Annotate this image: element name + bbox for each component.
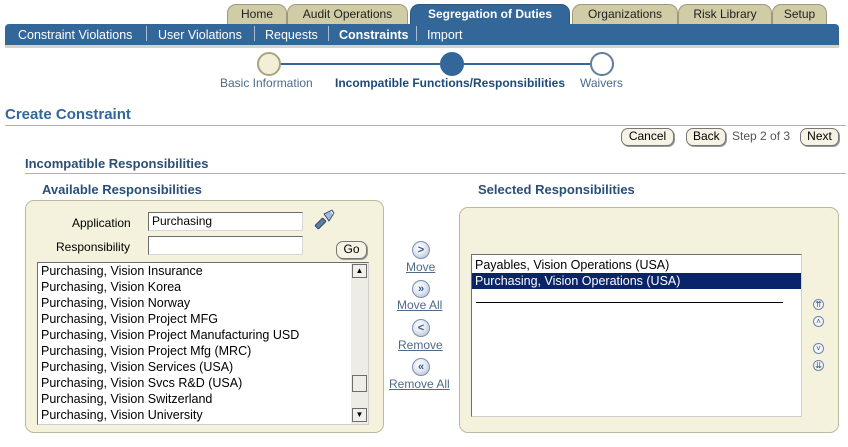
subnav-separator xyxy=(416,26,417,41)
application-label: Application xyxy=(72,216,131,230)
list-item[interactable]: Payables, Vision Operations (USA) xyxy=(472,257,801,273)
subnav-import[interactable]: Import xyxy=(427,27,462,43)
selected-responsibilities-list[interactable]: Payables, Vision Operations (USA) Purchas… xyxy=(471,254,802,417)
move-up-icon[interactable]: ˄ xyxy=(813,316,824,327)
tab-setup[interactable]: Setup xyxy=(772,4,827,24)
subnav-constraint-violations[interactable]: Constraint Violations xyxy=(18,27,132,43)
tab-home[interactable]: Home xyxy=(227,4,287,24)
move-to-bottom-icon[interactable]: ⇊ xyxy=(813,360,824,371)
subnav-constraints[interactable]: Constraints xyxy=(339,27,408,43)
train-connector xyxy=(464,63,590,65)
page-title: Create Constraint xyxy=(5,106,131,123)
list-width-spacer xyxy=(476,302,783,303)
next-button[interactable]: Next xyxy=(800,128,839,146)
remove-all-arrows-icon[interactable]: « xyxy=(412,358,430,376)
remove-link[interactable]: Remove xyxy=(398,338,443,352)
remove-arrow-icon[interactable]: < xyxy=(412,319,430,337)
list-item[interactable]: Purchasing, Vision Switzerland xyxy=(38,391,351,407)
step-indicator-text: Step 2 of 3 xyxy=(732,129,791,143)
remove-all-link[interactable]: Remove All xyxy=(389,377,450,391)
responsibility-label: Responsibility xyxy=(56,240,131,254)
list-item[interactable]: Purchasing, Vision Project Mfg (MRC) xyxy=(38,343,351,359)
subnav-separator xyxy=(254,26,255,41)
subnav-separator xyxy=(146,26,147,41)
back-button[interactable]: Back xyxy=(686,128,726,146)
section-divider xyxy=(25,173,846,174)
subnav-requests[interactable]: Requests xyxy=(265,27,318,43)
subnav-underline xyxy=(5,45,839,48)
tab-audit-operations[interactable]: Audit Operations xyxy=(287,4,408,24)
go-button[interactable]: Go xyxy=(336,241,367,259)
responsibility-input[interactable] xyxy=(148,236,303,255)
list-item[interactable]: Purchasing, Vision Insurance xyxy=(38,263,351,279)
tab-organizations[interactable]: Organizations xyxy=(572,4,678,24)
train-connector xyxy=(279,63,440,65)
train-label-basic-information[interactable]: Basic Information xyxy=(220,76,313,90)
available-responsibilities-title: Available Responsibilities xyxy=(42,182,202,197)
train-label-waivers[interactable]: Waivers xyxy=(580,76,623,90)
list-item[interactable]: Purchasing, Vision Korea xyxy=(38,279,351,295)
selected-responsibilities-title: Selected Responsibilities xyxy=(478,182,635,197)
list-item[interactable]: Purchasing, Vision Services (USA) xyxy=(38,359,351,375)
subnav-user-violations[interactable]: User Violations xyxy=(158,27,242,43)
scroll-up-arrow-icon[interactable]: ▲ xyxy=(352,264,367,278)
available-list-scrollbar[interactable]: ▲ ▼ xyxy=(351,263,368,424)
list-item[interactable]: Purchasing, Vision Project MFG xyxy=(38,311,351,327)
scrollbar-thumb[interactable] xyxy=(352,375,367,392)
subnav-separator xyxy=(328,26,329,41)
move-link[interactable]: Move xyxy=(406,260,435,274)
list-item[interactable]: Purchasing, Vision Svcs R&D (USA) xyxy=(38,375,351,391)
train-step-waivers[interactable] xyxy=(590,52,614,76)
move-to-top-icon[interactable]: ⇈ xyxy=(813,299,824,310)
list-item[interactable]: Purchasing, Vision Project Manufacturing… xyxy=(38,327,351,343)
list-item[interactable]: Purchasing, Vision University xyxy=(38,407,351,423)
sub-navigation-bar: Constraint Violations User Violations Re… xyxy=(5,24,839,45)
tab-segregation-of-duties[interactable]: Segregation of Duties xyxy=(410,4,570,24)
move-all-link[interactable]: Move All xyxy=(397,298,442,312)
move-down-icon[interactable]: ˅ xyxy=(813,343,824,354)
application-input[interactable]: Purchasing xyxy=(148,212,303,231)
tab-risk-library[interactable]: Risk Library xyxy=(678,4,772,24)
available-responsibilities-list[interactable]: Purchasing, Vision Insurance Purchasing, … xyxy=(37,262,369,425)
flashlight-search-icon[interactable] xyxy=(311,208,337,234)
train-step-basic-information[interactable] xyxy=(257,52,281,76)
list-item[interactable]: Purchasing, Vision Norway xyxy=(38,295,351,311)
train-label-incompatible-functions: Incompatible Functions/Responsibilities xyxy=(335,76,566,90)
train-step-incompatible-functions xyxy=(440,52,464,76)
move-arrow-icon[interactable]: > xyxy=(412,241,430,259)
move-all-arrows-icon[interactable]: » xyxy=(412,280,430,298)
section-title: Incompatible Responsibilities xyxy=(25,156,209,171)
cancel-button[interactable]: Cancel xyxy=(621,128,674,146)
list-item[interactable]: Purchasing, Vision Operations (USA) xyxy=(472,273,801,289)
title-divider xyxy=(5,125,846,126)
scroll-down-arrow-icon[interactable]: ▼ xyxy=(352,408,367,422)
